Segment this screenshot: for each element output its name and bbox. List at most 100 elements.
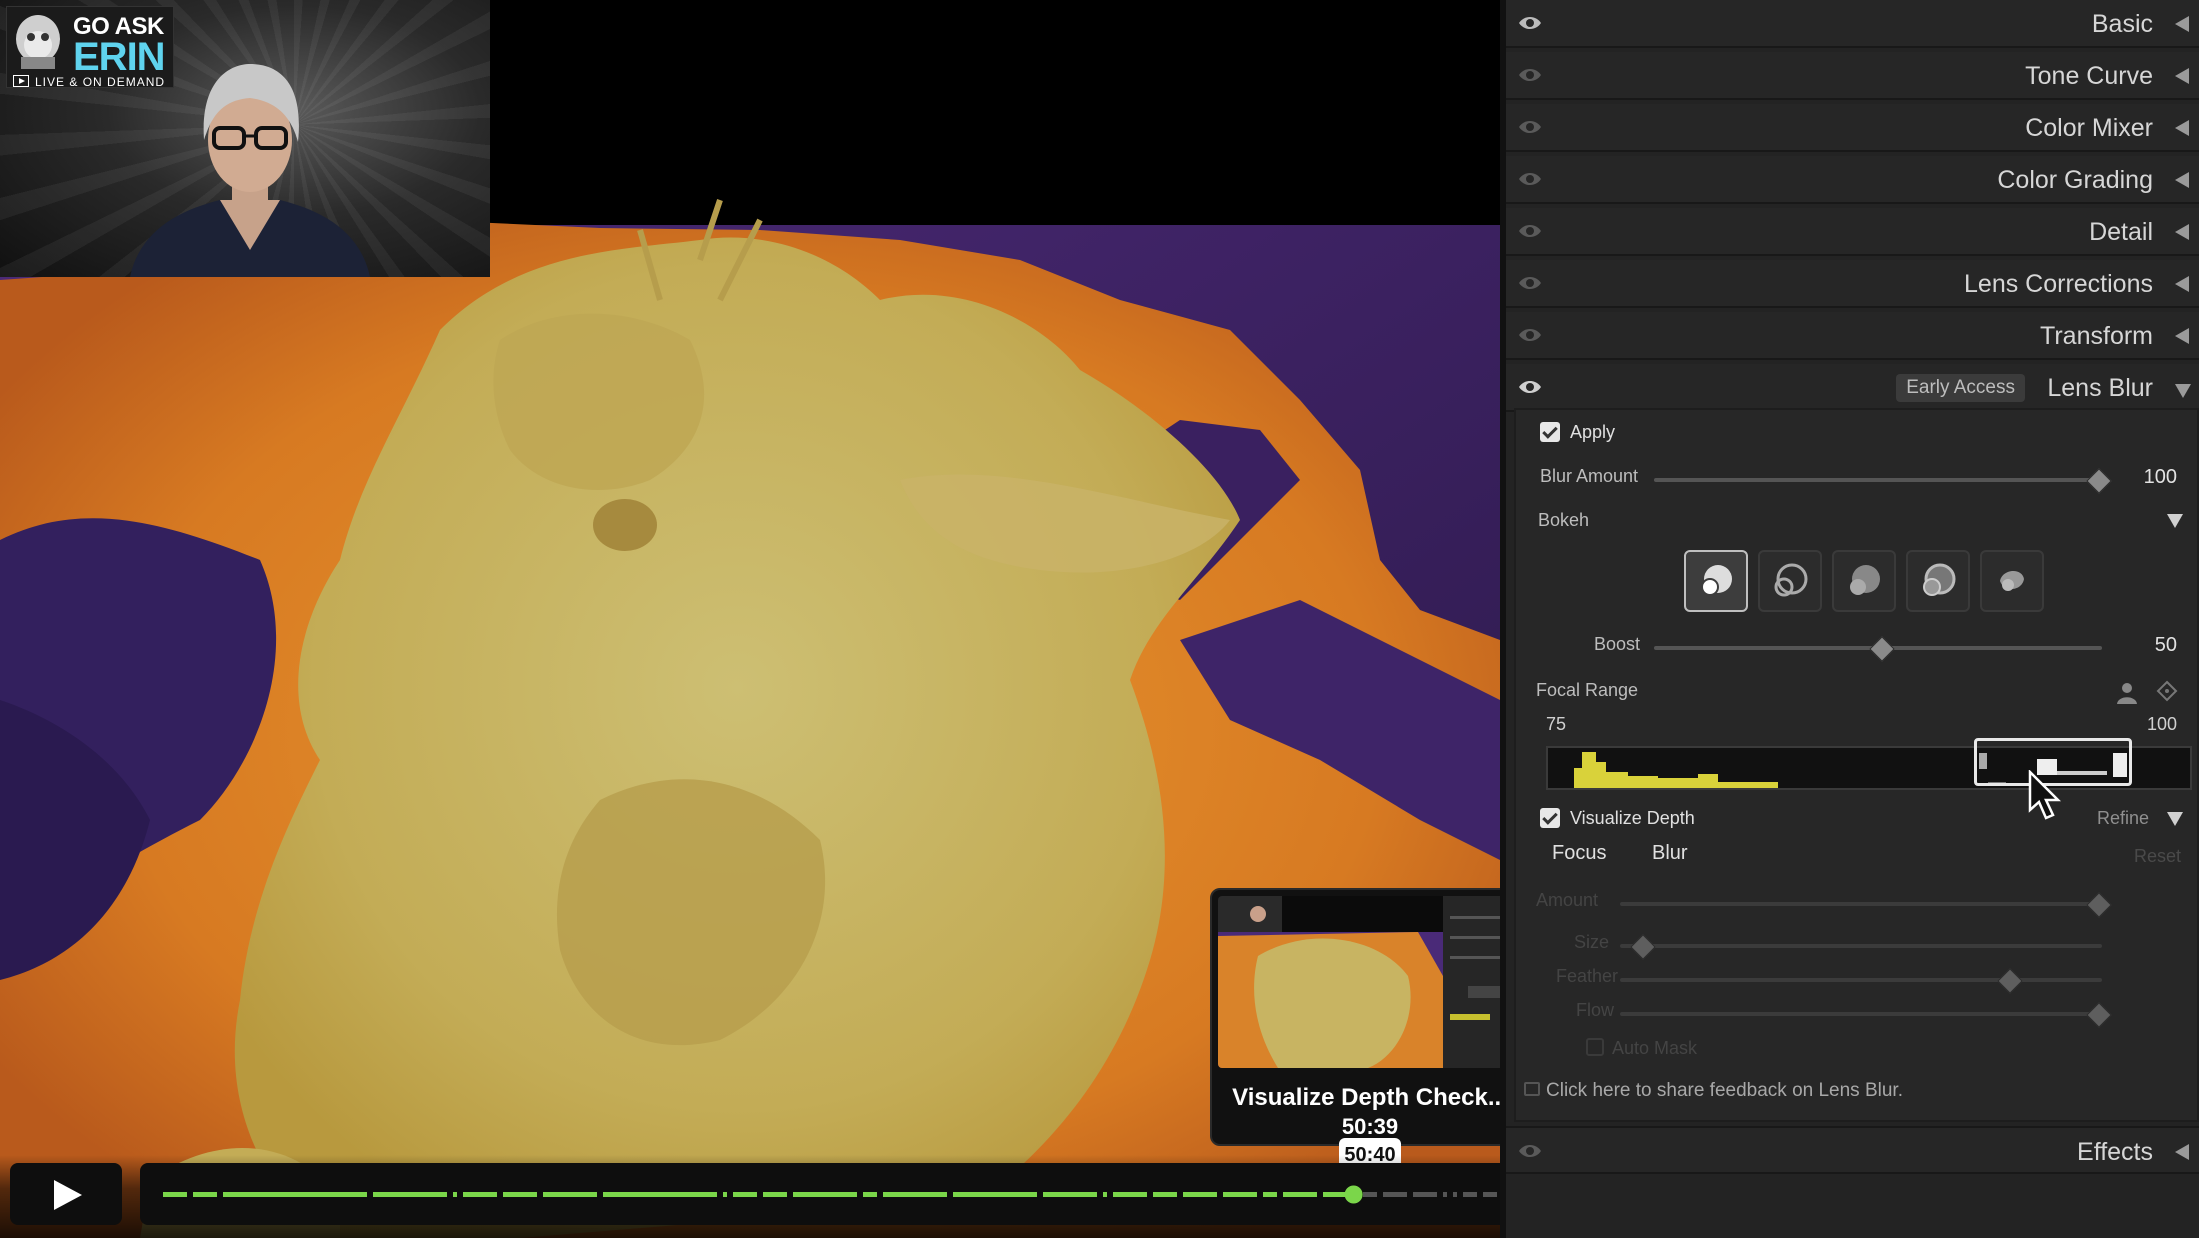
- section-detail[interactable]: Detail: [1506, 208, 2199, 256]
- collapse-arrow-icon[interactable]: [2175, 1144, 2189, 1160]
- presenter-video: [130, 64, 370, 277]
- video-player[interactable]: GO ASK ERIN LIVE & ON DEMAND Visualize D…: [0, 0, 1500, 1238]
- collapse-arrow-icon[interactable]: [2175, 172, 2189, 188]
- section-title: Effects: [2077, 1138, 2153, 1166]
- refine-size-slider[interactable]: [1620, 944, 2102, 948]
- early-access-badge: Early Access: [1896, 374, 2025, 402]
- eye-icon[interactable]: [1518, 14, 1542, 32]
- bokeh-label: Bokeh: [1538, 510, 1590, 530]
- bokeh-ring-button[interactable]: [1906, 550, 1970, 612]
- eye-icon[interactable]: [1518, 378, 1542, 396]
- eye-icon[interactable]: [1518, 274, 1542, 292]
- auto-mask-checkbox[interactable]: [1586, 1038, 1604, 1056]
- eye-icon[interactable]: [1518, 170, 1542, 188]
- progress-scrubber-handle[interactable]: [1344, 1185, 1363, 1204]
- preview-thumbnail: [1218, 896, 1500, 1068]
- collapse-arrow-icon[interactable]: [2175, 16, 2189, 32]
- bokeh-circle-icon: [1701, 565, 1732, 596]
- collapse-arrow-icon[interactable]: [2175, 224, 2189, 240]
- seek-preview-card: Visualize Depth Check... 50:39: [1210, 888, 1500, 1146]
- section-title: Basic: [2091, 10, 2153, 38]
- section-transform[interactable]: Transform: [1506, 312, 2199, 360]
- slider-track[interactable]: [1654, 478, 2102, 482]
- bokeh-bubble-button[interactable]: [1758, 550, 1822, 612]
- progress-played-segment: [223, 1192, 367, 1197]
- visualize-depth-checkbox[interactable]: [1540, 808, 1560, 828]
- bokeh-cat-eye-icon: [2000, 570, 2024, 591]
- subject-select-icon[interactable]: [2114, 680, 2140, 706]
- progress-played-segment: [863, 1192, 877, 1197]
- progress-played-segment: [463, 1192, 497, 1197]
- progress-played-segment: [193, 1192, 217, 1197]
- bokeh-bubble-icon: [1774, 563, 1808, 597]
- eye-icon[interactable]: [1518, 326, 1542, 344]
- section-basic[interactable]: Basic: [1506, 0, 2199, 48]
- refine-amount-slider[interactable]: [1620, 902, 2102, 906]
- section-effects[interactable]: Effects: [1506, 1126, 2199, 1174]
- refine-flow-label: Flow: [1576, 1000, 1615, 1020]
- collapse-arrow-icon[interactable]: [2175, 276, 2189, 292]
- focal-range-max: 100: [2146, 714, 2177, 734]
- eye-icon[interactable]: [1518, 66, 1542, 84]
- point-select-icon[interactable]: [2156, 680, 2178, 702]
- section-tone-curve[interactable]: Tone Curve: [1506, 52, 2199, 100]
- progress-unplayed-segment: [1463, 1192, 1477, 1197]
- collapse-arrow-icon[interactable]: [2175, 328, 2189, 344]
- play-button[interactable]: [10, 1163, 122, 1225]
- bokeh-dropdown-icon[interactable]: [2167, 514, 2183, 528]
- expand-arrow-icon[interactable]: [2175, 384, 2191, 398]
- lightroom-edit-panel: Basic Tone Curve Color Mixer Color Gradi…: [1500, 0, 2199, 1238]
- bokeh-ring-icon: [1923, 563, 1956, 596]
- section-lens-blur[interactable]: Early Access Lens Blur: [1506, 364, 2199, 412]
- progress-played-segment: [883, 1192, 947, 1197]
- reset-label[interactable]: Reset: [2134, 846, 2181, 867]
- bokeh-cat-eye-button[interactable]: [1980, 550, 2044, 612]
- progress-played-segment: [163, 1192, 187, 1197]
- progress-played-segment: [453, 1192, 457, 1197]
- progress-played-segment: [763, 1192, 787, 1197]
- blur-amount-value[interactable]: 100: [2144, 466, 2177, 489]
- refine-dropdown-icon[interactable]: [2167, 812, 2183, 826]
- blur-amount-label: Blur Amount: [1540, 466, 1639, 486]
- eye-icon[interactable]: [1518, 118, 1542, 136]
- apply-checkbox[interactable]: [1540, 422, 1560, 442]
- refine-size-label: Size: [1574, 932, 1610, 952]
- eye-icon[interactable]: [1518, 1142, 1542, 1160]
- bokeh-shape-group: [1684, 550, 2044, 612]
- section-title: Transform: [2040, 322, 2153, 350]
- section-color-grading[interactable]: Color Grading: [1506, 156, 2199, 204]
- boost-value[interactable]: 50: [2155, 634, 2177, 657]
- apply-label: Apply: [1570, 422, 1616, 442]
- progress-played-segment: [503, 1192, 537, 1197]
- refine-flow-slider[interactable]: [1620, 1012, 2102, 1016]
- collapse-arrow-icon[interactable]: [2175, 68, 2189, 84]
- feedback-link[interactable]: Click here to share feedback on Lens Blu…: [1546, 1080, 1903, 1102]
- bokeh-blade-icon: [1850, 565, 1880, 595]
- progress-played-segment: [793, 1192, 857, 1197]
- progress-played-segment: [603, 1192, 717, 1197]
- webcam-inset: GO ASK ERIN LIVE & ON DEMAND: [0, 0, 490, 277]
- progress-played-segment: [953, 1192, 1037, 1197]
- bokeh-circle-button[interactable]: [1684, 550, 1748, 612]
- progress-played-segment: [723, 1192, 727, 1197]
- progress-unplayed-segment: [1483, 1192, 1497, 1197]
- progress-played-segment: [1263, 1192, 1277, 1197]
- section-lens-corrections[interactable]: Lens Corrections: [1506, 260, 2199, 308]
- section-title: Color Grading: [1997, 166, 2153, 194]
- refine-feather-slider[interactable]: [1620, 978, 2102, 982]
- section-color-mixer[interactable]: Color Mixer: [1506, 104, 2199, 152]
- collapse-arrow-icon[interactable]: [2175, 120, 2189, 136]
- mouse-cursor-icon: [2028, 770, 2062, 820]
- tab-blur[interactable]: Blur: [1652, 842, 1688, 865]
- progress-played-segment: [1183, 1192, 1217, 1197]
- bokeh-blade-button[interactable]: [1832, 550, 1896, 612]
- refine-amount-label: Amount: [1536, 890, 1599, 910]
- progress-played-segment: [1153, 1192, 1177, 1197]
- progress-unplayed-segment: [1363, 1192, 1377, 1197]
- progress-unplayed-segment: [1443, 1192, 1447, 1197]
- progress-played-segment: [1223, 1192, 1257, 1197]
- eye-icon[interactable]: [1518, 222, 1542, 240]
- logo-mascot-icon: [16, 15, 60, 69]
- tab-focus[interactable]: Focus: [1552, 842, 1606, 865]
- progress-played-segment: [373, 1192, 447, 1197]
